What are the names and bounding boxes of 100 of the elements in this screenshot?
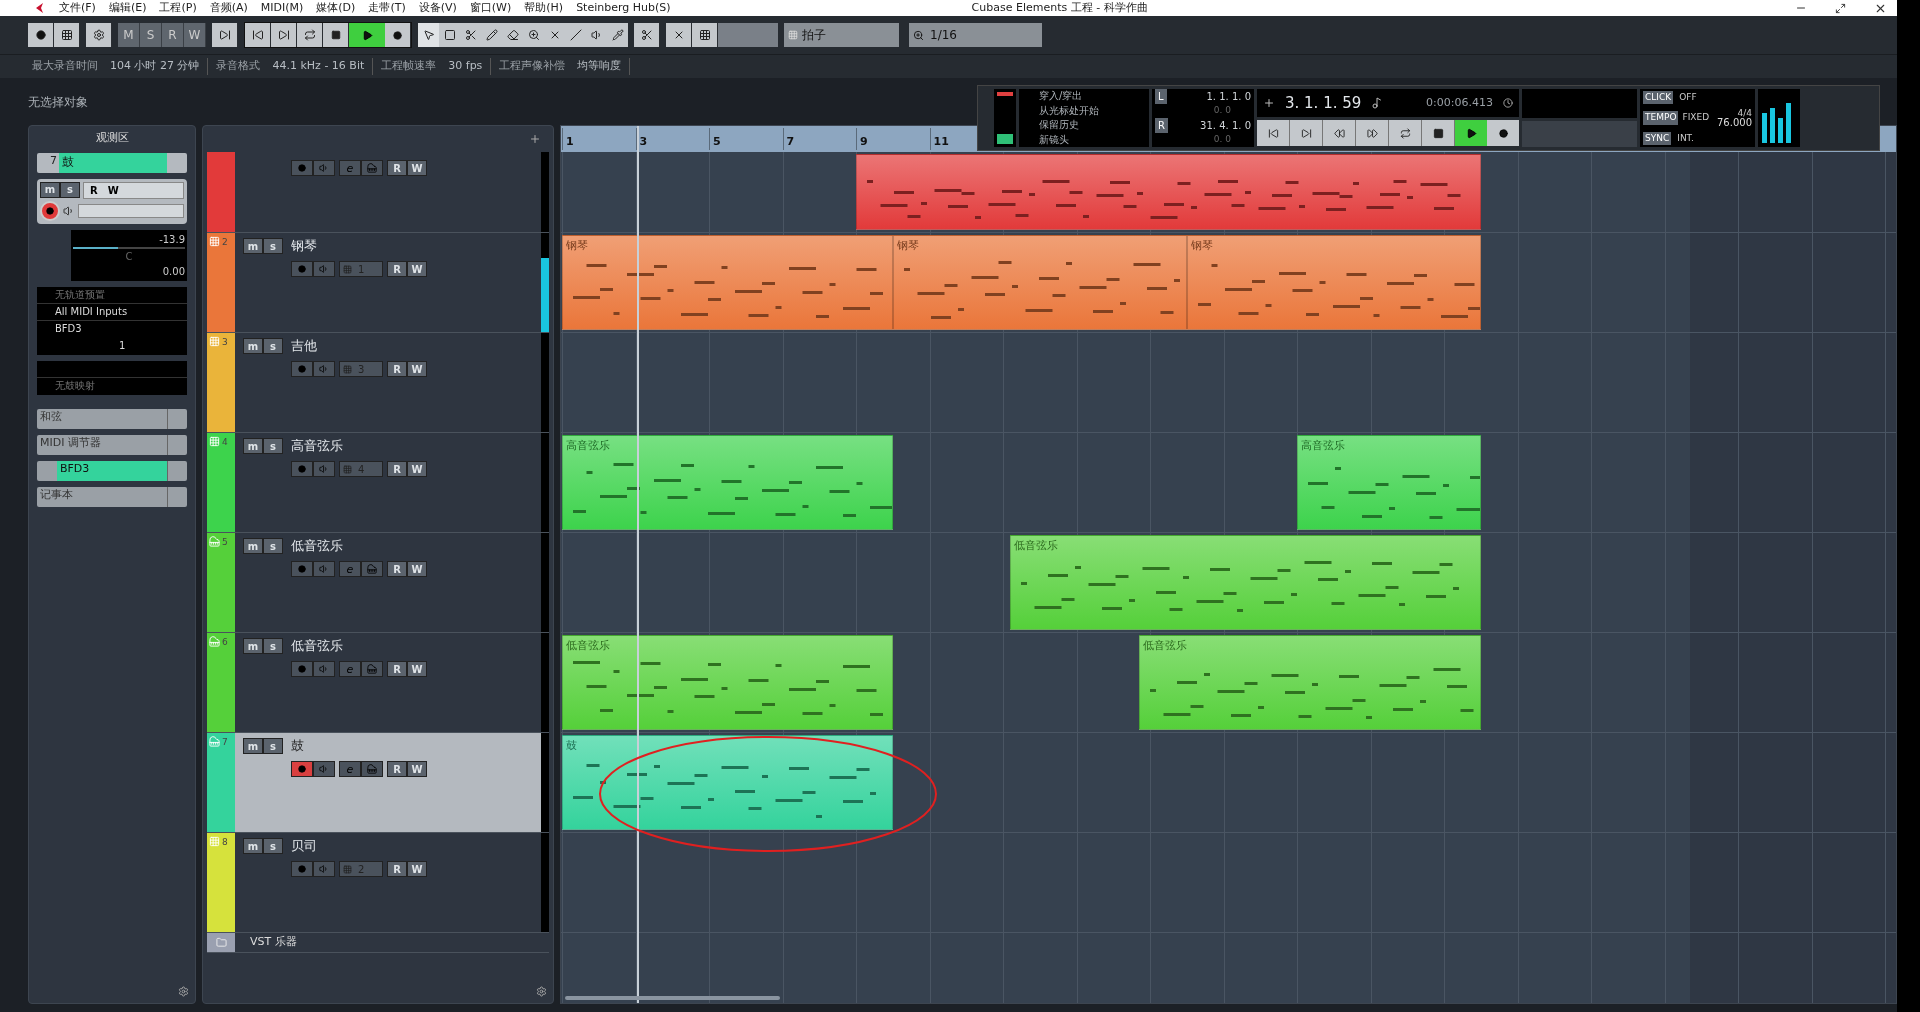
monitor-button[interactable] [313, 361, 335, 377]
mute-button[interactable]: m [243, 238, 263, 254]
write-automation-button[interactable]: W [407, 160, 427, 176]
menu-item[interactable]: MIDI(M) [260, 0, 304, 17]
piano-roll-button[interactable] [361, 160, 383, 176]
locator-label[interactable]: L [1155, 89, 1167, 105]
track-name[interactable]: 高音弦乐 [291, 436, 343, 456]
track-header[interactable]: 3 m s 吉他 3 R W [207, 333, 549, 433]
read-automation-button[interactable]: R [387, 861, 407, 877]
pan-value[interactable]: C [125, 248, 133, 264]
stop-button[interactable] [323, 23, 349, 47]
mute-button[interactable]: m [243, 538, 263, 554]
track-preset-field[interactable]: 无轨道预置 [37, 286, 187, 304]
track-header[interactable]: 8 m s 贝司 2 R W [207, 833, 549, 933]
menu-item[interactable]: 编辑(E) [108, 0, 147, 17]
snap-type-dropdown[interactable]: 拍子 [784, 23, 899, 47]
info-value[interactable]: 30 fps [448, 58, 483, 75]
info-value[interactable]: 均等响度 [577, 58, 622, 75]
horizontal-scrollbar[interactable] [565, 996, 780, 1000]
track-name[interactable]: 吉他 [291, 336, 317, 356]
midi-part[interactable]: 低音弦乐 [562, 635, 893, 730]
delay-value[interactable]: 0.00 [162, 263, 185, 279]
solo-button[interactable]: s [60, 181, 80, 198]
record-button[interactable] [385, 23, 411, 47]
mute-button[interactable]: m [243, 838, 263, 854]
inspector-section-header[interactable]: 和弦 [37, 408, 187, 429]
midi-part[interactable]: 钢琴 [892, 235, 1187, 330]
write-automation-button[interactable]: W [407, 561, 427, 577]
track-header[interactable]: 2 m s 钢琴 1 R W [207, 233, 549, 333]
track-header[interactable]: 4 m s 高音弦乐 4 R W [207, 433, 549, 533]
menu-item[interactable]: 文件(F) [59, 0, 96, 17]
write-automation-button[interactable]: W [407, 361, 427, 377]
monitor-button[interactable] [313, 261, 335, 277]
track-header[interactable]: e R W [207, 152, 549, 233]
speaker-icon[interactable] [63, 204, 75, 217]
sync-label[interactable]: SYNC [1643, 131, 1672, 146]
midi-part[interactable]: 低音弦乐 [1010, 535, 1481, 630]
secondary-time[interactable]: 0:00:06.413 [1426, 94, 1493, 112]
settings-icon[interactable] [536, 986, 547, 997]
activate-project-button[interactable] [28, 23, 54, 47]
auto-scroll-button[interactable] [212, 23, 238, 47]
inspector-section-header[interactable]: BFD3 [37, 460, 187, 481]
track-name[interactable]: 低音弦乐 [291, 536, 343, 556]
read-automation-button[interactable]: R [387, 261, 407, 277]
write-automation-button[interactable]: W [107, 182, 119, 198]
grid-snap-button[interactable] [692, 23, 718, 47]
settings-icon[interactable] [178, 986, 189, 997]
midi-part[interactable]: 低音弦乐 [1138, 635, 1481, 730]
midi-part[interactable]: 钢琴 [562, 235, 893, 330]
play-button[interactable] [1455, 120, 1487, 146]
piano-roll-button[interactable] [361, 761, 383, 777]
menu-item[interactable]: 设备(V) [418, 0, 457, 17]
mute-button[interactable]: m [243, 638, 263, 654]
midi-part[interactable]: 钢琴 [1186, 235, 1481, 330]
read-automation-button[interactable]: R [387, 361, 407, 377]
piano-roll-button[interactable] [361, 561, 383, 577]
volume-value[interactable]: -13.9 [159, 231, 185, 247]
track-name[interactable]: 鼓 [291, 736, 304, 756]
piano-roll-button[interactable] [361, 661, 383, 677]
mode-button[interactable]: W [184, 23, 206, 47]
marker-dropdown[interactable] [1522, 89, 1637, 119]
track-name[interactable]: 钢琴 [291, 236, 317, 256]
edit-instrument-button[interactable]: e [339, 761, 361, 777]
menu-item[interactable]: Steinberg Hub(S) [576, 0, 671, 17]
snap-to-zero-button[interactable] [666, 23, 692, 47]
track-name[interactable]: 低音弦乐 [291, 636, 343, 656]
solo-button[interactable]: s [263, 638, 283, 654]
track-header[interactable]: 5 m s 低音弦乐 e R W [207, 533, 549, 633]
solo-button[interactable]: s [263, 538, 283, 554]
info-value[interactable]: 104 小时 27 分钟 [110, 58, 200, 75]
solo-button[interactable]: s [263, 438, 283, 454]
click-label[interactable]: CLICK [1643, 90, 1674, 105]
midi-output-field[interactable]: BFD3 [37, 320, 187, 338]
monitor-button[interactable] [313, 661, 335, 677]
track-name-field[interactable]: 7 鼓 [37, 152, 187, 173]
monitor-button[interactable] [313, 861, 335, 877]
read-automation-button[interactable]: R [387, 160, 407, 176]
read-automation-button[interactable]: R [90, 182, 98, 198]
mute-button[interactable]: m [243, 338, 263, 354]
punch-option[interactable]: 新镜头 [1025, 132, 1143, 147]
monitor-button[interactable] [313, 761, 335, 777]
read-automation-button[interactable]: R [387, 761, 407, 777]
menu-item[interactable]: 音频(A) [209, 0, 248, 17]
tool-button[interactable] [607, 23, 628, 47]
menu-item[interactable]: 媒体(D) [316, 0, 356, 17]
quantize-dropdown[interactable]: 1/16 [909, 23, 1042, 47]
punch-option[interactable]: 从光标处开始 [1025, 103, 1143, 118]
volume-track[interactable] [73, 246, 185, 249]
go-to-start-button[interactable] [245, 23, 271, 47]
track-header[interactable]: 6 m s 低音弦乐 e R W [207, 633, 549, 733]
write-automation-button[interactable]: W [407, 861, 427, 877]
layout-button[interactable] [54, 23, 80, 47]
play-button[interactable] [349, 23, 385, 47]
track-name[interactable]: 鼓 [59, 152, 167, 173]
monitor-button[interactable] [313, 561, 335, 577]
constrain-button[interactable] [86, 23, 112, 47]
menu-item[interactable]: 帮助(H) [524, 0, 564, 17]
midi-channel-field[interactable]: 1 [37, 337, 187, 355]
read-automation-button[interactable]: R [387, 661, 407, 677]
solo-button[interactable]: s [263, 238, 283, 254]
